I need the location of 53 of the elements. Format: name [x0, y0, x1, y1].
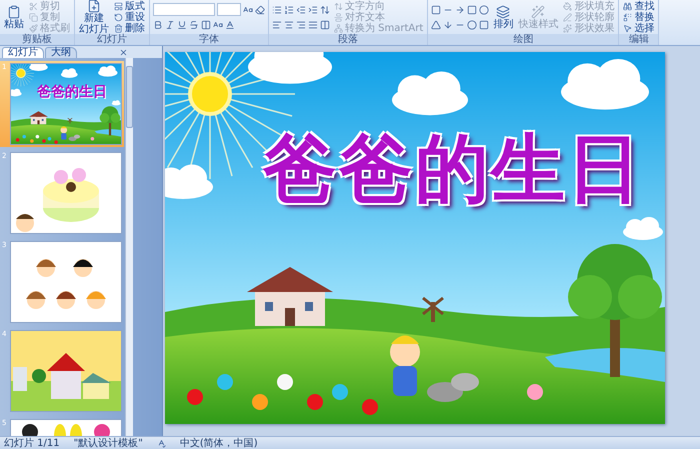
bold-icon[interactable] — [153, 20, 163, 30]
outdent-icon[interactable] — [296, 4, 306, 14]
group-label: 编辑 — [619, 34, 658, 45]
circle-icon[interactable] — [467, 20, 478, 30]
group-label: 段落 — [269, 34, 428, 45]
group-label: 字体 — [150, 34, 268, 45]
language: 中文(简体，中国) — [180, 438, 258, 448]
slide-count: 幻灯片 1/11 — [4, 438, 60, 448]
group-label: 幻灯片 — [75, 34, 149, 45]
bullets-icon[interactable] — [272, 4, 282, 14]
ribbon-button[interactable]: 新建 幻灯片 — [78, 0, 110, 35]
slide-title: 爸爸的生日 — [263, 125, 643, 214]
oval-icon[interactable] — [479, 4, 490, 14]
align-right-icon[interactable] — [296, 20, 306, 30]
ribbon-button[interactable]: 粘贴 — [3, 4, 25, 30]
rounded-rectangle-icon[interactable] — [467, 4, 478, 14]
strikethrough-icon[interactable] — [189, 20, 199, 30]
underline-icon[interactable] — [177, 20, 187, 30]
font-color-icon[interactable] — [225, 20, 235, 30]
rectangle-icon[interactable] — [431, 4, 442, 14]
ribbon-button[interactable]: 重设 — [113, 12, 146, 22]
align-left-icon[interactable] — [272, 20, 282, 30]
ribbon-button[interactable]: 版式 — [113, 0, 146, 12]
panel-tab[interactable]: 幻灯片 — [2, 47, 44, 58]
panel-tab[interactable]: 大纲 — [45, 47, 77, 58]
clear-format-icon[interactable] — [255, 4, 265, 14]
thumbnail-title: 爸爸的生日 — [37, 84, 107, 100]
case-icon[interactable] — [213, 20, 223, 30]
ribbon-button[interactable]: 查找 — [622, 0, 656, 12]
square-icon[interactable] — [479, 20, 490, 30]
indent-icon[interactable] — [308, 4, 318, 14]
italic-icon[interactable] — [165, 20, 175, 30]
ribbon-button[interactable]: 替换 — [622, 12, 656, 22]
down-arrow-icon[interactable] — [443, 20, 454, 30]
scrollbar[interactable] — [125, 58, 133, 436]
spell-check-icon[interactable] — [156, 438, 166, 448]
columns-icon[interactable] — [320, 20, 330, 30]
arrow-icon[interactable] — [455, 4, 466, 14]
align-center-icon[interactable] — [284, 20, 294, 30]
ribbon-button[interactable]: 排列 — [492, 4, 514, 30]
line-spacing-icon[interactable] — [320, 4, 330, 14]
font-size-field[interactable] — [217, 3, 241, 16]
grow-font-icon[interactable] — [243, 4, 253, 14]
ribbon-button[interactable]: 选择 — [622, 22, 656, 34]
numbering-icon[interactable] — [284, 4, 294, 14]
group-label: 剪贴板 — [0, 34, 74, 45]
theme-name: "默认设计模板" — [74, 438, 143, 448]
group-label: 绘图 — [428, 34, 618, 45]
triangle-icon[interactable] — [431, 20, 442, 30]
close-icon[interactable] — [119, 48, 128, 56]
font-name-field[interactable] — [153, 3, 215, 16]
justify-icon[interactable] — [308, 20, 318, 30]
ribbon-button[interactable]: 删除 — [113, 22, 146, 34]
